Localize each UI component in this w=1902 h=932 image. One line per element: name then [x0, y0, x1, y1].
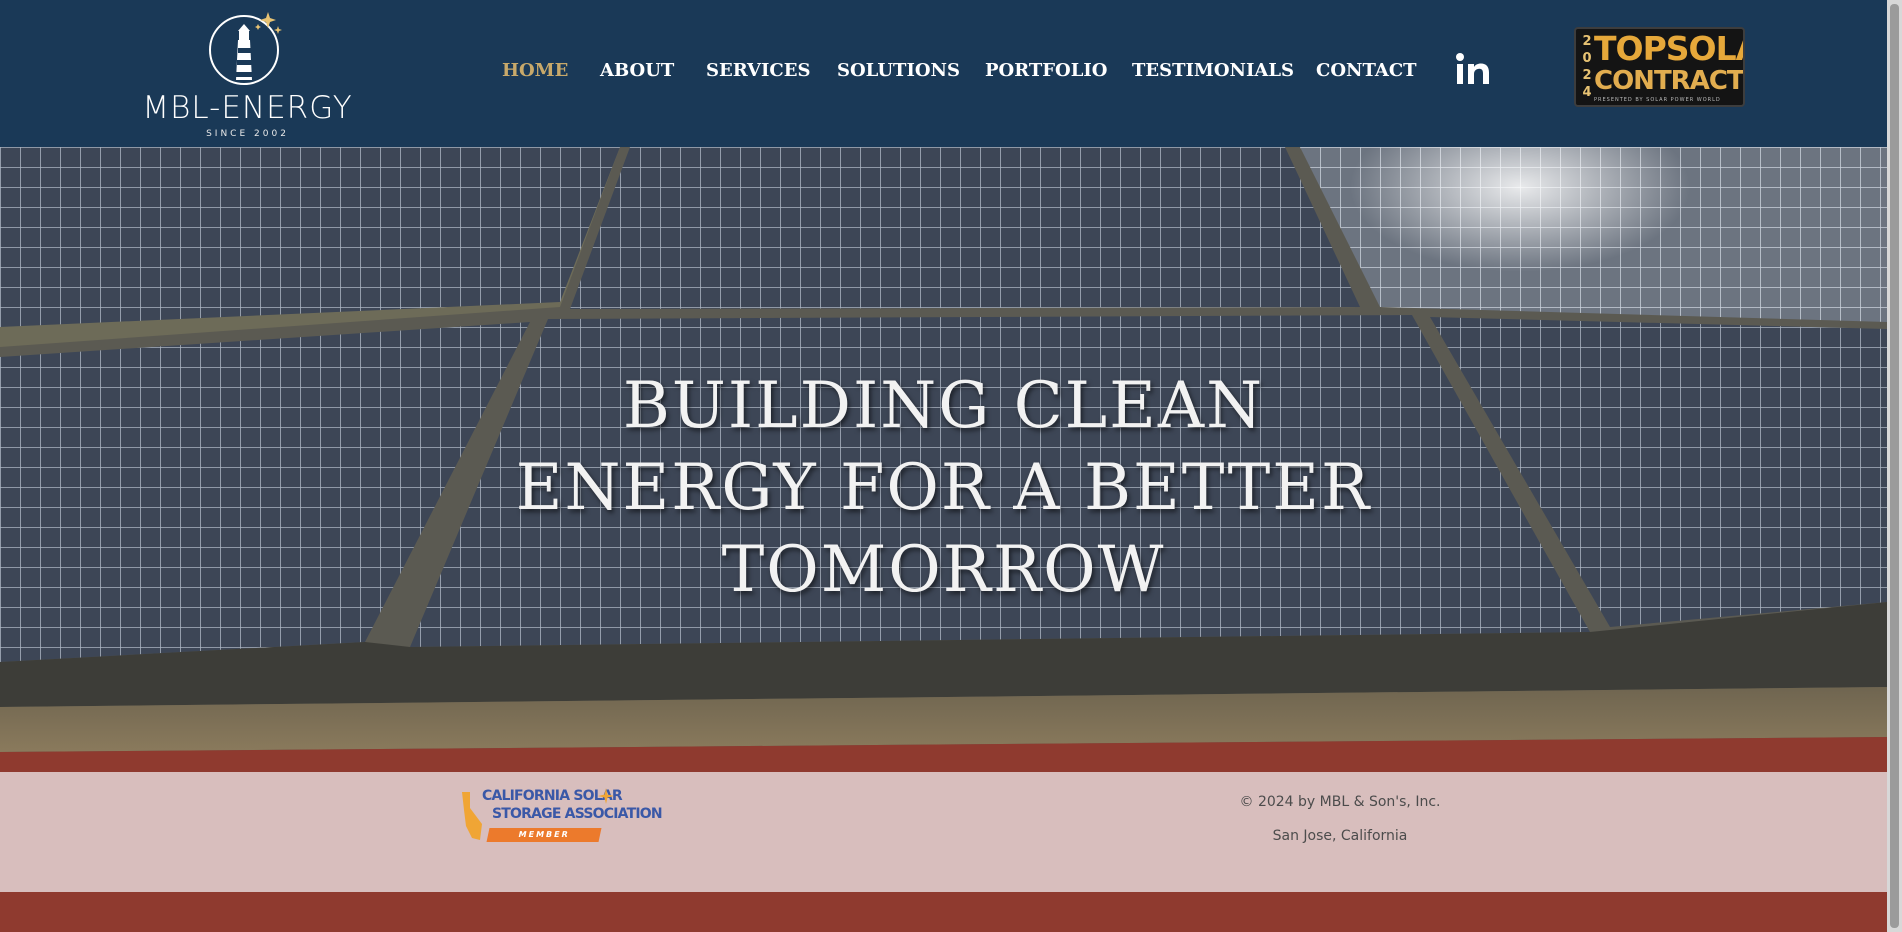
nav-portfolio[interactable]: PORTFOLIO — [985, 60, 1107, 81]
vertical-scrollbar[interactable] — [1887, 0, 1902, 932]
csa-member-ribbon: MEMBER — [486, 828, 602, 842]
nav-contact[interactable]: CONTACT — [1316, 60, 1417, 81]
brand-logo[interactable]: MBL-ENERGY SINCE 2002 — [120, 10, 375, 142]
sparkle-icon — [598, 788, 614, 804]
hero-headline-line: BUILDING CLEAN — [622, 369, 1265, 443]
hero-headline-line: ENERGY FOR A BETTER — [515, 451, 1372, 525]
nav-testimonials[interactable]: TESTIMONIALS — [1132, 60, 1294, 81]
brand-tagline: SINCE 2002 — [206, 129, 289, 139]
running-track-strip — [0, 892, 1887, 932]
location-text: San Jose, California — [1272, 828, 1408, 844]
award-presenter: PRESENTED BY SOLAR POWER WORLD — [1594, 97, 1721, 103]
top-solar-contractors-badge[interactable]: 2024 TOPSOLAR CONTRACTORS PRESENTED BY S… — [1574, 27, 1745, 107]
site-footer: CALIFORNIA SOLAR STORAGE ASSOCIATION MEM… — [0, 772, 1887, 892]
copyright-text: © 2024 by MBL & Son's, Inc. — [1239, 794, 1441, 810]
nav-services[interactable]: SERVICES — [706, 60, 810, 81]
hero-headline: BUILDING CLEAN ENERGY FOR A BETTER TOMOR… — [500, 365, 1387, 611]
nav-home[interactable]: HOME — [502, 60, 568, 81]
nav-about[interactable]: ABOUT — [600, 60, 674, 81]
linkedin-icon[interactable] — [1455, 52, 1491, 86]
award-year: 2024 — [1582, 34, 1592, 100]
hero-section: BUILDING CLEAN ENERGY FOR A BETTER TOMOR… — [0, 147, 1887, 772]
lighthouse-icon — [209, 12, 282, 85]
nav-solutions[interactable]: SOLUTIONS — [837, 60, 960, 81]
scrollbar-thumb[interactable] — [1890, 4, 1899, 928]
csa-subtitle: STORAGE ASSOCIATION — [492, 806, 663, 822]
brand-name: MBL-ENERGY — [142, 90, 353, 126]
california-state-icon — [462, 792, 482, 840]
page: MBL-ENERGY SINCE 2002 HOME ABOUT SERVICE… — [0, 0, 1887, 932]
site-header: MBL-ENERGY SINCE 2002 HOME ABOUT SERVICE… — [0, 0, 1887, 147]
award-title: TOPSOLAR — [1594, 29, 1743, 68]
hero-headline-line: TOMORROW — [721, 533, 1166, 607]
csa-member-badge[interactable]: CALIFORNIA SOLAR STORAGE ASSOCIATION MEM… — [460, 788, 663, 848]
award-subtitle: CONTRACTORS — [1594, 66, 1744, 96]
